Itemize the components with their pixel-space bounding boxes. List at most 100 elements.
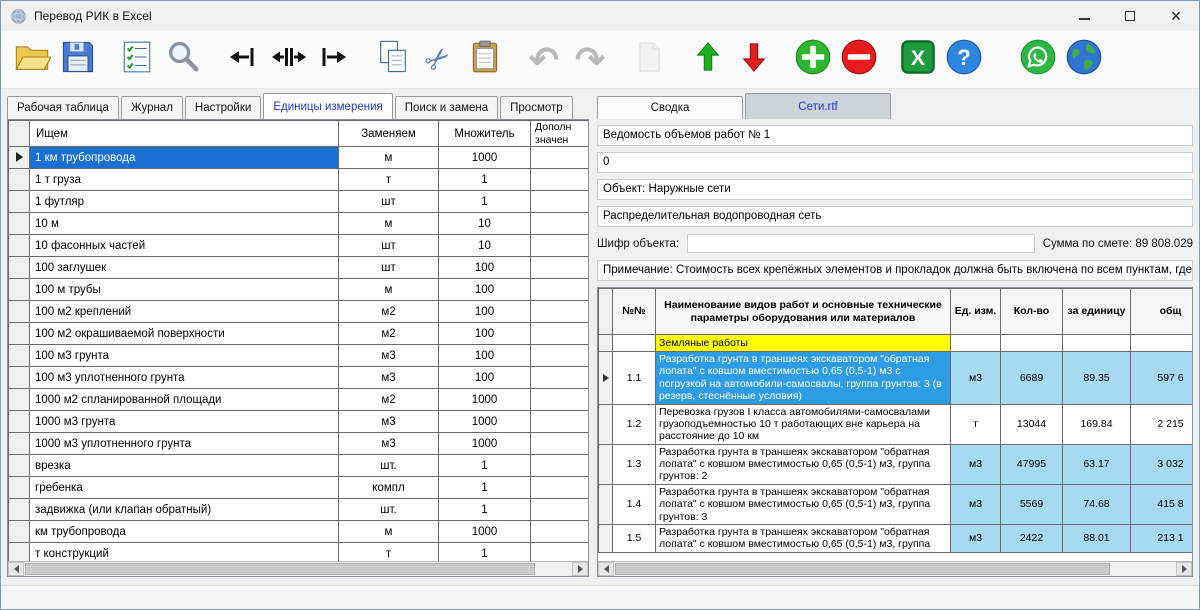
cell-quantity[interactable]: 5569 xyxy=(1001,484,1063,524)
cell-replace-text[interactable]: м2 xyxy=(339,323,439,345)
scroll-left-button[interactable] xyxy=(8,562,24,576)
cell-search-text[interactable]: 1000 м3 уплотненного грунта xyxy=(30,433,339,455)
cell-multiplier[interactable]: 1000 xyxy=(439,411,531,433)
cell-description[interactable]: Разработка грунта в траншеях экскаваторо… xyxy=(656,524,951,552)
row-header[interactable] xyxy=(9,169,30,191)
cell-replace-text[interactable]: шт. xyxy=(339,455,439,477)
cell-replace-text[interactable]: т xyxy=(339,543,439,562)
tab-seti-rtf[interactable]: Сети.rtf xyxy=(745,93,891,119)
cell-replace-text[interactable]: м xyxy=(339,147,439,169)
cell-total[interactable]: 2 215 xyxy=(1131,404,1193,444)
cell-num[interactable]: 1.1 xyxy=(613,352,656,405)
column-header-quantity[interactable]: Кол-во xyxy=(1001,289,1063,335)
doc-network-field[interactable]: Распределительная водопроводная сеть xyxy=(597,206,1193,227)
tab-search-replace[interactable]: Поиск и замена xyxy=(395,96,498,119)
row-header[interactable] xyxy=(599,484,613,524)
cell-search-text[interactable]: км трубопровода xyxy=(30,521,339,543)
cell-extra-value[interactable] xyxy=(531,389,589,411)
cell-num[interactable] xyxy=(613,335,656,352)
tab-settings[interactable]: Настройки xyxy=(185,96,261,119)
cell-multiplier[interactable]: 10 xyxy=(439,235,531,257)
tab-summary[interactable]: Сводка xyxy=(597,96,743,119)
cell-search-text[interactable]: 1 т груза xyxy=(30,169,339,191)
cell-replace-text[interactable]: компл xyxy=(339,477,439,499)
row-header[interactable] xyxy=(9,257,30,279)
options-button[interactable] xyxy=(114,36,160,84)
cell-extra-value[interactable] xyxy=(531,367,589,389)
row-header[interactable] xyxy=(9,147,30,169)
help-button[interactable]: ? xyxy=(941,36,987,84)
cell-search-text[interactable]: 1000 м2 спланированной площади xyxy=(30,389,339,411)
excel-export-button[interactable]: X xyxy=(895,36,941,84)
to-end-button[interactable] xyxy=(311,36,357,84)
move-down-button[interactable] xyxy=(731,36,777,84)
cell-search-text[interactable]: 100 м3 грунта xyxy=(30,345,339,367)
cell-quantity[interactable]: 13044 xyxy=(1001,404,1063,444)
row-header[interactable] xyxy=(9,367,30,389)
cell-multiplier[interactable]: 100 xyxy=(439,301,531,323)
cell-multiplier[interactable]: 1 xyxy=(439,477,531,499)
row-header[interactable] xyxy=(9,345,30,367)
row-header[interactable] xyxy=(9,235,30,257)
undo-button[interactable]: ↶ xyxy=(521,36,567,84)
cell-search-text[interactable]: 1 км трубопровода xyxy=(30,147,339,169)
cell-multiplier[interactable]: 1 xyxy=(439,543,531,562)
cell-unit-price[interactable]: 89.35 xyxy=(1063,352,1131,405)
row-header[interactable] xyxy=(599,524,613,552)
cell-search-text[interactable]: 1 футляр xyxy=(30,191,339,213)
cell-total[interactable]: 415 8 xyxy=(1131,484,1193,524)
scrollbar-thumb[interactable] xyxy=(25,563,535,575)
cell-description[interactable]: Разработка грунта в траншеях экскаваторо… xyxy=(656,484,951,524)
search-button[interactable] xyxy=(160,36,206,84)
column-header-num[interactable]: №№ xyxy=(613,289,656,335)
row-header[interactable] xyxy=(9,477,30,499)
cell-replace-text[interactable]: м xyxy=(339,279,439,301)
cell-unit[interactable] xyxy=(951,335,1001,352)
cell-extra-value[interactable] xyxy=(531,455,589,477)
row-header[interactable] xyxy=(9,213,30,235)
website-button[interactable] xyxy=(1061,36,1107,84)
row-header[interactable] xyxy=(599,444,613,484)
cell-search-text[interactable]: т конструкций xyxy=(30,543,339,562)
cell-search-text[interactable]: 100 м2 креплений xyxy=(30,301,339,323)
cell-multiplier[interactable]: 100 xyxy=(439,279,531,301)
cipher-input[interactable] xyxy=(687,234,1035,253)
cell-unit-price[interactable]: 88.01 xyxy=(1063,524,1131,552)
cell-extra-value[interactable] xyxy=(531,433,589,455)
cell-extra-value[interactable] xyxy=(531,323,589,345)
cell-replace-text[interactable]: м3 xyxy=(339,411,439,433)
column-header-replace[interactable]: Заменяем xyxy=(339,121,439,147)
cell-search-text[interactable]: задвижка (или клапан обратный) xyxy=(30,499,339,521)
cell-search-text[interactable]: 100 заглушек xyxy=(30,257,339,279)
tab-units[interactable]: Единицы измерения xyxy=(263,93,392,119)
fit-width-button[interactable] xyxy=(265,36,311,84)
cell-unit-price[interactable]: 74.68 xyxy=(1063,484,1131,524)
cell-replace-text[interactable]: шт. xyxy=(339,499,439,521)
cell-replace-text[interactable]: м2 xyxy=(339,301,439,323)
row-header[interactable] xyxy=(9,389,30,411)
cell-search-text[interactable]: 100 м2 окрашиваемой поверхности xyxy=(30,323,339,345)
cell-num[interactable]: 1.5 xyxy=(613,524,656,552)
row-header[interactable] xyxy=(9,543,30,562)
cell-extra-value[interactable] xyxy=(531,279,589,301)
cell-extra-value[interactable] xyxy=(531,477,589,499)
cell-description[interactable]: Разработка грунта в траншеях экскаваторо… xyxy=(656,352,951,405)
cell-replace-text[interactable]: шт xyxy=(339,191,439,213)
cell-multiplier[interactable]: 1000 xyxy=(439,389,531,411)
cell-replace-text[interactable]: м3 xyxy=(339,433,439,455)
delete-row-button[interactable] xyxy=(836,36,882,84)
row-header[interactable] xyxy=(9,301,30,323)
cell-unit-price[interactable]: 63.17 xyxy=(1063,444,1131,484)
row-header[interactable] xyxy=(9,433,30,455)
paste-button[interactable] xyxy=(462,36,508,84)
row-header[interactable] xyxy=(599,404,613,444)
maximize-button[interactable] xyxy=(1107,1,1153,31)
column-header-multiplier[interactable]: Множитель xyxy=(439,121,531,147)
row-header[interactable] xyxy=(9,323,30,345)
tab-work-table[interactable]: Рабочая таблица xyxy=(7,96,119,119)
row-header[interactable] xyxy=(9,279,30,301)
whatsapp-button[interactable] xyxy=(1015,36,1061,84)
cell-unit[interactable]: м3 xyxy=(951,444,1001,484)
cell-extra-value[interactable] xyxy=(531,345,589,367)
cell-description[interactable]: Перевозка грузов I класса автомобилями-с… xyxy=(656,404,951,444)
